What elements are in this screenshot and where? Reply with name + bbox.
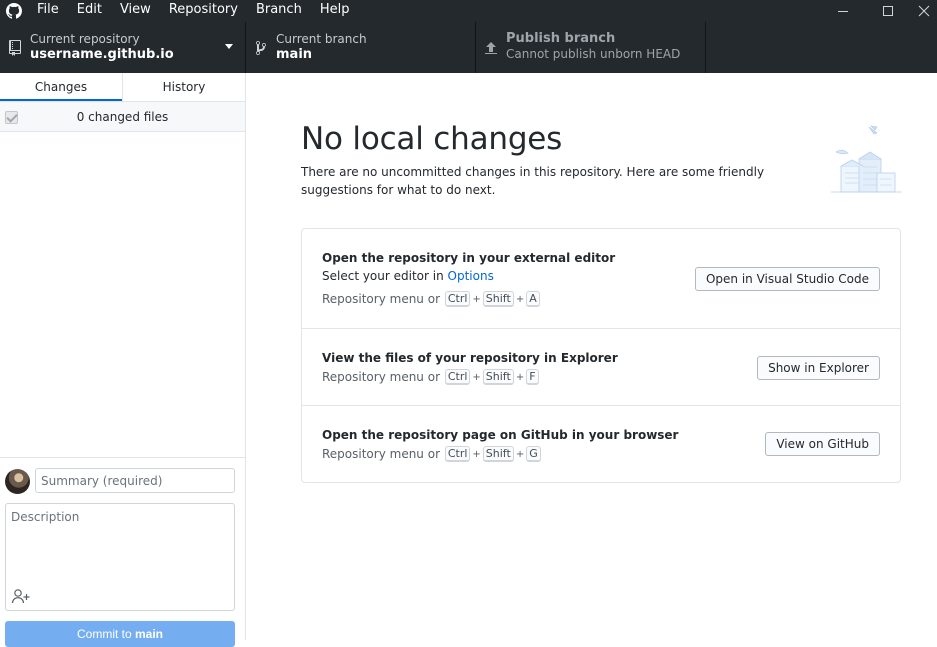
git-branch-icon	[246, 40, 276, 56]
description-box	[5, 503, 235, 611]
options-link[interactable]: Options	[448, 269, 494, 283]
suggestion-description: Select your editor in Options	[322, 269, 494, 283]
changes-sidebar: Changes History 0 changed files Commit t…	[0, 73, 246, 647]
shortcut-hint-text: Repository menu or	[322, 370, 440, 384]
key-g: G	[526, 446, 541, 462]
current-repository-button[interactable]: Current repository username.github.io	[0, 22, 246, 73]
current-branch-label: Current branch	[276, 32, 367, 46]
suggestion-shortcut-hint: Repository menu or Ctrl + Shift + F	[322, 369, 540, 385]
repo-icon	[0, 39, 30, 56]
menu-help[interactable]: Help	[311, 0, 359, 22]
key-ctrl: Ctrl	[444, 446, 471, 462]
maximize-icon[interactable]	[868, 0, 908, 22]
publish-branch-status: Cannot publish unborn HEAD	[506, 47, 681, 61]
menu-view[interactable]: View	[111, 0, 160, 22]
suggestion-title: Open the repository page on GitHub in yo…	[322, 428, 679, 442]
page-subtitle: There are no uncommitted changes in this…	[301, 165, 765, 197]
key-shift: Shift	[482, 291, 514, 307]
menu-bar: File Edit View Repository Branch Help	[0, 0, 937, 22]
suggestion-shortcut-hint: Repository menu or Ctrl + Shift + G	[322, 446, 542, 462]
upload-arrow-icon	[476, 40, 506, 56]
key-ctrl: Ctrl	[444, 369, 471, 385]
suggestion-open-editor: Open the repository in your external edi…	[302, 229, 900, 329]
commit-button-prefix: Commit to	[76, 627, 135, 641]
view-on-github-button[interactable]: View on GitHub	[765, 432, 880, 456]
suggestion-view-on-github: Open the repository page on GitHub in yo…	[302, 406, 900, 482]
open-in-vscode-button[interactable]: Open in Visual Studio Code	[694, 267, 880, 291]
commit-message-area: Commit to main	[0, 457, 245, 647]
toolbar: Current repository username.github.io Cu…	[0, 22, 937, 73]
suggestion-description-text: Select your editor in	[322, 269, 448, 283]
current-repository-name: username.github.io	[30, 47, 174, 62]
select-all-checkbox[interactable]	[5, 111, 18, 124]
empty-state-illustration-icon	[829, 123, 904, 198]
shortcut-hint-text: Repository menu or	[322, 447, 440, 461]
add-coauthor-icon[interactable]	[11, 588, 31, 604]
changed-files-count: 0 changed files	[76, 109, 169, 124]
current-repository-label: Current repository	[30, 32, 140, 46]
page-title: No local changes	[301, 121, 563, 157]
close-icon[interactable]	[911, 0, 937, 22]
minimize-icon[interactable]	[823, 0, 863, 22]
current-branch-name: main	[276, 47, 313, 62]
sidebar-tabs: Changes History	[0, 73, 245, 102]
key-ctrl: Ctrl	[444, 291, 471, 307]
publish-branch-button[interactable]: Publish branch Cannot publish unborn HEA…	[476, 22, 706, 73]
suggestion-title: View the files of your repository in Exp…	[322, 351, 618, 365]
main-panel: No local changes There are no uncommitte…	[246, 73, 937, 640]
github-octocat-icon[interactable]	[0, 0, 28, 22]
menu-file[interactable]: File	[28, 0, 68, 22]
current-branch-button[interactable]: Current branch main	[246, 22, 476, 73]
menu-branch[interactable]: Branch	[247, 0, 311, 22]
description-input[interactable]	[6, 504, 234, 584]
commit-button-branch: main	[135, 627, 164, 641]
publish-branch-label: Publish branch	[506, 31, 616, 46]
suggestion-shortcut-hint: Repository menu or Ctrl + Shift + A	[322, 291, 541, 307]
show-in-explorer-button[interactable]: Show in Explorer	[757, 356, 880, 380]
shortcut-hint-text: Repository menu or	[322, 292, 440, 306]
key-shift: Shift	[482, 369, 514, 385]
tab-changes[interactable]: Changes	[0, 73, 122, 101]
key-f: F	[526, 369, 539, 385]
suggestions-panel: Open the repository in your external edi…	[301, 228, 901, 483]
changes-header: 0 changed files	[0, 102, 245, 132]
chevron-down-icon	[225, 44, 233, 49]
key-a: A	[526, 291, 540, 307]
summary-input[interactable]	[35, 468, 235, 493]
suggestion-show-explorer: View the files of your repository in Exp…	[302, 329, 900, 406]
menu-edit[interactable]: Edit	[68, 0, 111, 22]
tab-history[interactable]: History	[122, 73, 245, 101]
menu-repository[interactable]: Repository	[160, 0, 247, 22]
commit-button[interactable]: Commit to main	[5, 621, 235, 647]
key-shift: Shift	[482, 446, 514, 462]
suggestion-title: Open the repository in your external edi…	[322, 251, 616, 265]
avatar	[5, 469, 30, 494]
